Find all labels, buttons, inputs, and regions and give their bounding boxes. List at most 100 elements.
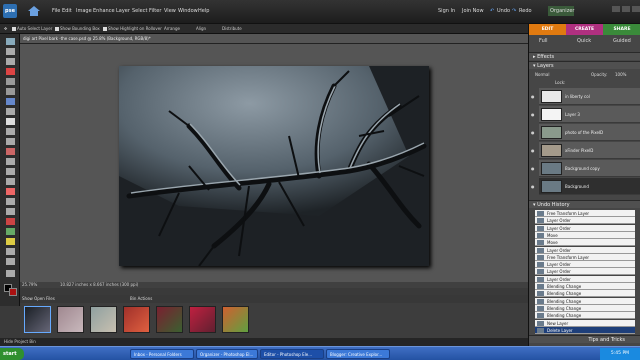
organizer-button[interactable]: Organizer <box>548 6 574 16</box>
healing-brush-tool-icon[interactable] <box>6 158 15 165</box>
layers-panel-header[interactable]: ▾ Layers <box>529 61 640 69</box>
menu-layer[interactable]: Layer <box>116 8 130 14</box>
marquee-tool-icon[interactable] <box>6 78 15 85</box>
history-state[interactable]: Blending Change <box>535 283 635 290</box>
gradient-tool-icon[interactable] <box>6 228 15 235</box>
mode-create-tab[interactable]: CREATE <box>566 24 603 35</box>
arrange-button[interactable]: Arrange <box>164 26 180 31</box>
history-state[interactable]: Blending Change <box>535 297 635 305</box>
menu-view[interactable]: View <box>164 8 176 14</box>
mode-edit-tab[interactable]: EDIT <box>529 24 566 35</box>
show-bounding-box-checkbox[interactable]: Show Bounding Box <box>55 26 100 31</box>
layer-row[interactable]: Layer 3 ● <box>531 106 640 123</box>
shape-tool-icon[interactable] <box>6 238 15 245</box>
join-now-link[interactable]: Join Now <box>462 8 484 14</box>
visibility-eye-icon[interactable]: ● <box>531 112 535 117</box>
menu-enhance[interactable]: Enhance <box>93 8 115 14</box>
history-state[interactable]: Move <box>535 239 635 247</box>
document-tab[interactable]: digi art Pixel bark -the case.psd @ 25.8… <box>23 36 151 41</box>
layer-row[interactable]: Background ● <box>531 178 640 195</box>
layer-row[interactable]: xFinder PixelD ● <box>531 142 640 159</box>
menu-window[interactable]: Window <box>178 8 198 14</box>
cookie-cutter-tool-icon[interactable] <box>6 138 15 145</box>
pencil-tool-icon[interactable] <box>6 178 15 185</box>
effects-panel-header[interactable]: ▸ Effects <box>529 52 640 60</box>
layer-row[interactable]: photo of the PixelD ● <box>531 124 640 141</box>
move-tool-icon[interactable] <box>6 38 15 45</box>
tab-guided[interactable]: Guided <box>613 36 631 46</box>
visibility-eye-icon[interactable]: ● <box>531 166 535 171</box>
align-button[interactable]: Align <box>196 26 206 31</box>
tab-full[interactable]: Full <box>539 36 548 46</box>
hand-tool-icon[interactable] <box>6 58 15 65</box>
straighten-tool-icon[interactable] <box>6 270 15 277</box>
show-open-files-dropdown[interactable]: Show Open Files <box>22 296 55 301</box>
smart-brush-tool-icon[interactable] <box>6 208 15 215</box>
sign-in-link[interactable]: Sign In <box>438 8 455 14</box>
menu-file[interactable]: File <box>52 8 60 14</box>
close-button[interactable] <box>632 6 640 12</box>
task-blogger[interactable]: Blogger: Creative Explor... <box>326 349 390 359</box>
task-inbox[interactable]: Inbox - Personal Folders <box>130 349 194 359</box>
auto-select-layer-checkbox[interactable]: Auto Select Layer <box>12 26 52 31</box>
history-state[interactable]: Layer Order <box>535 224 635 232</box>
bin-thumbnail[interactable] <box>57 306 84 333</box>
history-state[interactable]: Delete Layer <box>535 326 635 334</box>
show-highlight-checkbox[interactable]: Show Highlight on Rollover <box>103 26 162 31</box>
history-state[interactable]: Layer Order <box>535 275 635 283</box>
zoom-tool-icon[interactable] <box>6 48 15 55</box>
menu-edit[interactable]: Edit <box>62 8 72 14</box>
magic-wand-tool-icon[interactable] <box>6 98 15 105</box>
opacity-value[interactable]: 100% <box>615 72 626 77</box>
menu-filter[interactable]: Filter <box>149 8 161 14</box>
history-state[interactable]: Move <box>535 231 635 239</box>
eraser-tool-icon[interactable] <box>6 188 15 195</box>
menu-image[interactable]: Image <box>76 8 92 14</box>
undo-button[interactable]: Undo <box>497 8 510 14</box>
visibility-eye-icon[interactable]: ● <box>531 148 535 153</box>
history-state[interactable]: Free Transform Layer <box>535 210 635 217</box>
history-state[interactable]: Blending Change <box>535 304 635 312</box>
red-eye-tool-icon[interactable] <box>6 148 15 155</box>
visibility-eye-icon[interactable]: ● <box>531 130 535 135</box>
mode-share-tab[interactable]: SHARE <box>603 24 640 35</box>
crop-tool-icon[interactable] <box>6 128 15 135</box>
history-state[interactable]: New Layer <box>535 319 635 327</box>
sponge-tool-icon[interactable] <box>6 258 15 265</box>
bin-thumbnail[interactable] <box>156 306 183 333</box>
selection-brush-tool-icon[interactable] <box>6 108 15 115</box>
menu-help[interactable]: Help <box>198 8 209 14</box>
layer-row[interactable]: in liberty col ● <box>531 88 640 105</box>
task-organizer[interactable]: Organizer - Photoshop El... <box>196 349 258 359</box>
tab-quick[interactable]: Quick <box>577 36 591 46</box>
history-state[interactable]: Blending Change <box>535 290 635 298</box>
layer-row[interactable]: Background copy ● <box>531 160 640 177</box>
tips-and-tricks-bar[interactable]: Tips and Tricks <box>529 335 640 343</box>
bin-thumbnail[interactable] <box>123 306 150 333</box>
history-state[interactable]: Layer Order <box>535 246 635 254</box>
document-image[interactable] <box>119 66 429 266</box>
zoom-level[interactable]: 25.79% <box>22 282 37 287</box>
redo-button[interactable]: Redo <box>519 8 532 14</box>
minimize-button[interactable] <box>612 6 620 12</box>
history-state[interactable]: Layer Order <box>535 217 635 225</box>
canvas-area[interactable] <box>20 44 528 282</box>
visibility-eye-icon[interactable]: ● <box>531 94 535 99</box>
history-state[interactable]: Blending Change <box>535 312 635 320</box>
menu-select[interactable]: Select <box>132 8 147 14</box>
clone-stamp-tool-icon[interactable] <box>6 168 15 175</box>
maximize-button[interactable] <box>622 6 630 12</box>
distribute-button[interactable]: Distribute <box>222 26 242 31</box>
visibility-eye-icon[interactable]: ● <box>531 184 535 189</box>
blur-tool-icon[interactable] <box>6 248 15 255</box>
home-icon[interactable] <box>27 5 41 17</box>
task-editor[interactable]: Editor - Photoshop Ele... <box>260 349 324 359</box>
bin-thumbnail[interactable] <box>222 306 249 333</box>
redo-icon[interactable]: ↷ <box>512 8 516 14</box>
type-tool-icon[interactable] <box>6 118 15 125</box>
undo-history-panel-header[interactable]: ▾ Undo History <box>529 200 640 208</box>
undo-icon[interactable]: ↶ <box>490 8 494 14</box>
start-button[interactable]: start <box>0 348 24 360</box>
lasso-tool-icon[interactable] <box>6 88 15 95</box>
history-state[interactable]: Free Transform Layer <box>535 253 635 261</box>
